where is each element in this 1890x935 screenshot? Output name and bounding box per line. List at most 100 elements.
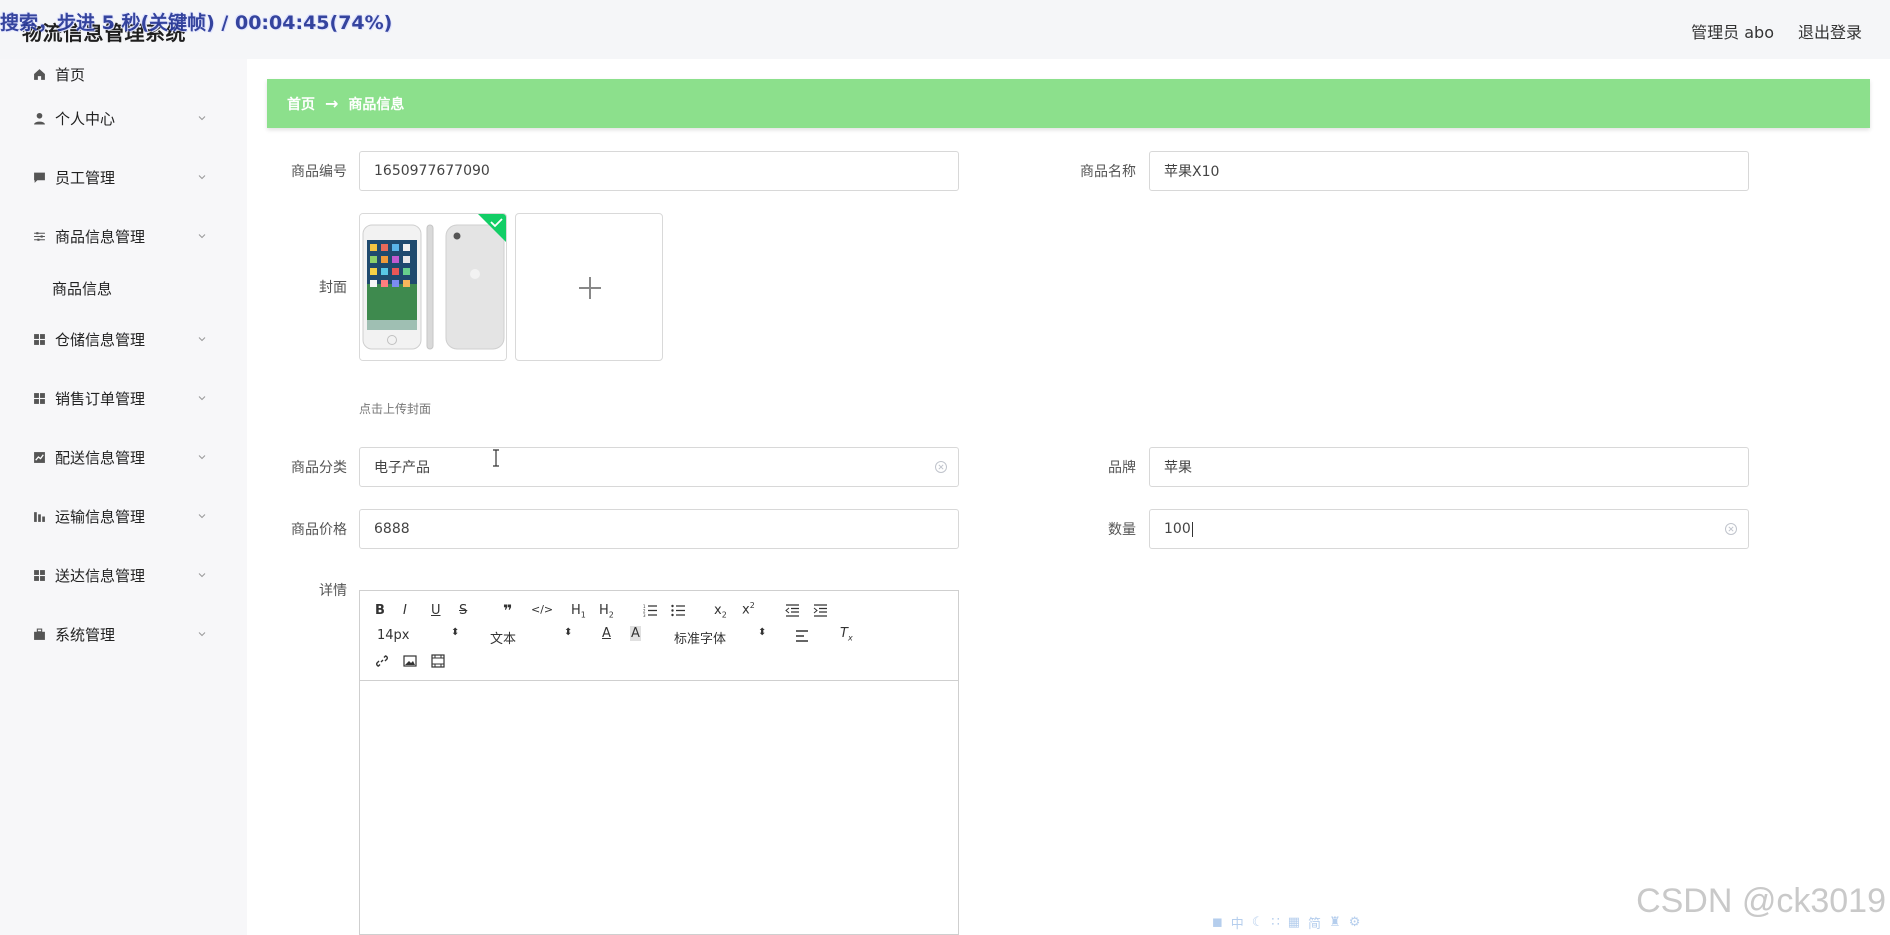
chevron-down-icon xyxy=(198,631,206,636)
user-icon xyxy=(34,112,45,125)
strike-button[interactable]: S xyxy=(459,603,467,618)
product-no-input[interactable]: 1650977677090 xyxy=(359,151,959,191)
clear-icon[interactable] xyxy=(1724,522,1738,536)
text-cursor-icon xyxy=(493,449,499,467)
link-icon[interactable] xyxy=(375,654,389,668)
briefcase-icon xyxy=(34,628,45,640)
indent-icon[interactable] xyxy=(813,604,828,617)
clear-format-button[interactable]: Tx xyxy=(840,626,853,643)
chevron-down-icon xyxy=(198,395,206,400)
sidebar-item-label: 商品信息管理 xyxy=(55,228,146,246)
product-name-label: 商品名称 xyxy=(1080,164,1136,180)
chat-icon xyxy=(34,172,45,183)
sidebar-item-label: 运输信息管理 xyxy=(55,508,146,526)
product-name-input[interactable]: 苹果X10 xyxy=(1149,151,1749,191)
sidebar-item-label: 个人中心 xyxy=(55,110,116,128)
align-icon[interactable] xyxy=(795,630,809,642)
phone-image xyxy=(360,214,506,360)
sidebar-item-system[interactable]: 系统管理 xyxy=(8,605,218,664)
ordered-list-icon[interactable]: 123 xyxy=(643,604,658,617)
paragraph-select[interactable]: 文本 xyxy=(490,628,516,647)
italic-button[interactable]: I xyxy=(403,603,407,618)
cover-label: 封面 xyxy=(319,280,347,296)
header2-button[interactable]: H2 xyxy=(599,603,614,620)
shirt-icon: ♜ xyxy=(1329,914,1341,930)
settings-icon: ⚙ xyxy=(1348,914,1361,930)
editor-toolbar: B I U S ❞ </> H1 H2 123 x2 x2 14px ⬍ 文本 … xyxy=(360,591,958,681)
font-color-button[interactable]: A xyxy=(602,626,611,641)
bold-button[interactable]: B xyxy=(375,603,385,618)
select-arrows-icon: ⬍ xyxy=(564,627,573,638)
sidebar-item-delivery[interactable]: 配送信息管理 xyxy=(8,428,218,487)
sidebar-item-label: 员工管理 xyxy=(55,169,116,187)
image-icon[interactable] xyxy=(403,654,417,668)
font-family-select[interactable]: 标准字体 xyxy=(674,628,726,647)
price-input[interactable]: 6888 xyxy=(359,509,959,549)
chevron-down-icon xyxy=(198,336,206,341)
price-value: 6888 xyxy=(374,521,410,537)
simplified-icon: 简 xyxy=(1308,916,1322,932)
select-arrows-icon: ⬍ xyxy=(758,627,767,638)
editor-content-area[interactable] xyxy=(360,681,958,935)
outdent-icon[interactable] xyxy=(785,604,800,617)
code-block-button[interactable]: </> xyxy=(531,603,553,616)
video-seek-overlay: 搜索，步进 5 秒(关键帧) / 00:04:45(74%) xyxy=(0,12,393,34)
sliders-icon xyxy=(34,232,45,241)
moon-icon: ☾ xyxy=(1251,914,1264,930)
cover-thumbnail[interactable] xyxy=(359,213,507,361)
clear-icon[interactable] xyxy=(934,460,948,474)
underline-button[interactable]: U xyxy=(431,603,441,618)
sidebar-item-arrival[interactable]: 送达信息管理 xyxy=(8,546,218,605)
bullet-list-icon[interactable] xyxy=(671,604,686,617)
grid-icon xyxy=(34,334,45,345)
breadcrumb-home[interactable]: 首页 xyxy=(287,94,315,114)
background-color-button[interactable]: A xyxy=(630,626,641,641)
caret xyxy=(1191,521,1193,537)
dots-icon: ∷ xyxy=(1271,914,1280,930)
sidebar-item-label: 销售订单管理 xyxy=(55,390,146,408)
ime-chinese-icon: 中 xyxy=(1230,916,1244,932)
product-no-label: 商品编号 xyxy=(291,164,347,180)
detail-label: 详情 xyxy=(319,583,347,599)
quantity-input[interactable]: 100 xyxy=(1149,509,1749,549)
blockquote-button[interactable]: ❞ xyxy=(503,601,512,620)
header1-button[interactable]: H1 xyxy=(571,603,586,620)
category-select[interactable]: 电子产品 xyxy=(359,447,959,487)
sidebar-item-label: 系统管理 xyxy=(55,626,116,644)
sidebar-item-label: 仓储信息管理 xyxy=(55,331,146,349)
sidebar-item-product-mgmt[interactable]: 商品信息管理 xyxy=(8,207,218,266)
sidebar-item-label: 配送信息管理 xyxy=(55,449,146,467)
price-label: 商品价格 xyxy=(291,522,347,538)
font-size-select[interactable]: 14px xyxy=(377,628,410,643)
category-value: 电子产品 xyxy=(374,460,430,476)
cover-upload-hint: 点击上传封面 xyxy=(359,402,432,416)
chevron-down-icon xyxy=(198,513,206,518)
chevron-down-icon xyxy=(198,572,206,577)
logout-button[interactable]: 退出登录 xyxy=(1798,19,1862,43)
svg-text:3: 3 xyxy=(643,613,646,617)
chevron-down-icon xyxy=(198,174,206,179)
sidebar-item-transport[interactable]: 运输信息管理 xyxy=(8,487,218,546)
sidebar-item-employee[interactable]: 员工管理 xyxy=(8,148,218,207)
bar-chart-icon xyxy=(34,512,45,522)
video-icon[interactable] xyxy=(431,654,445,668)
sidebar-item-sales-order[interactable]: 销售订单管理 xyxy=(8,369,218,428)
brand-value: 苹果 xyxy=(1164,460,1192,476)
subscript-button[interactable]: x2 xyxy=(714,603,727,620)
sidebar: 首页 个人中心 员工管理 商品信息管理 商品信息 仓储信息管理 销售订单管理 配… xyxy=(8,59,218,679)
quantity-value: 100 xyxy=(1164,521,1191,537)
brand-input[interactable]: 苹果 xyxy=(1149,447,1749,487)
superscript-button[interactable]: x2 xyxy=(742,601,755,617)
category-label: 商品分类 xyxy=(291,460,347,476)
watermark: CSDN @ck3019 xyxy=(1636,882,1886,920)
sidebar-item-personal-center[interactable]: 个人中心 xyxy=(8,89,218,148)
sidebar-item-home[interactable]: 首页 xyxy=(8,59,218,89)
rich-text-editor: B I U S ❞ </> H1 H2 123 x2 x2 14px ⬍ 文本 … xyxy=(359,590,959,935)
user-label[interactable]: 管理员 abo xyxy=(1691,19,1774,43)
sidebar-item-warehouse[interactable]: 仓储信息管理 xyxy=(8,310,218,369)
breadcrumb-separator: → xyxy=(325,94,339,113)
breadcrumb-current: 商品信息 xyxy=(348,96,405,113)
sidebar-subitem-product-info[interactable]: 商品信息 xyxy=(8,266,218,310)
ime-toolbar: ◼ 中 ☾ ∷ ▦ 简 ♜ ⚙ xyxy=(1208,911,1416,933)
cover-upload-button[interactable] xyxy=(515,213,663,361)
